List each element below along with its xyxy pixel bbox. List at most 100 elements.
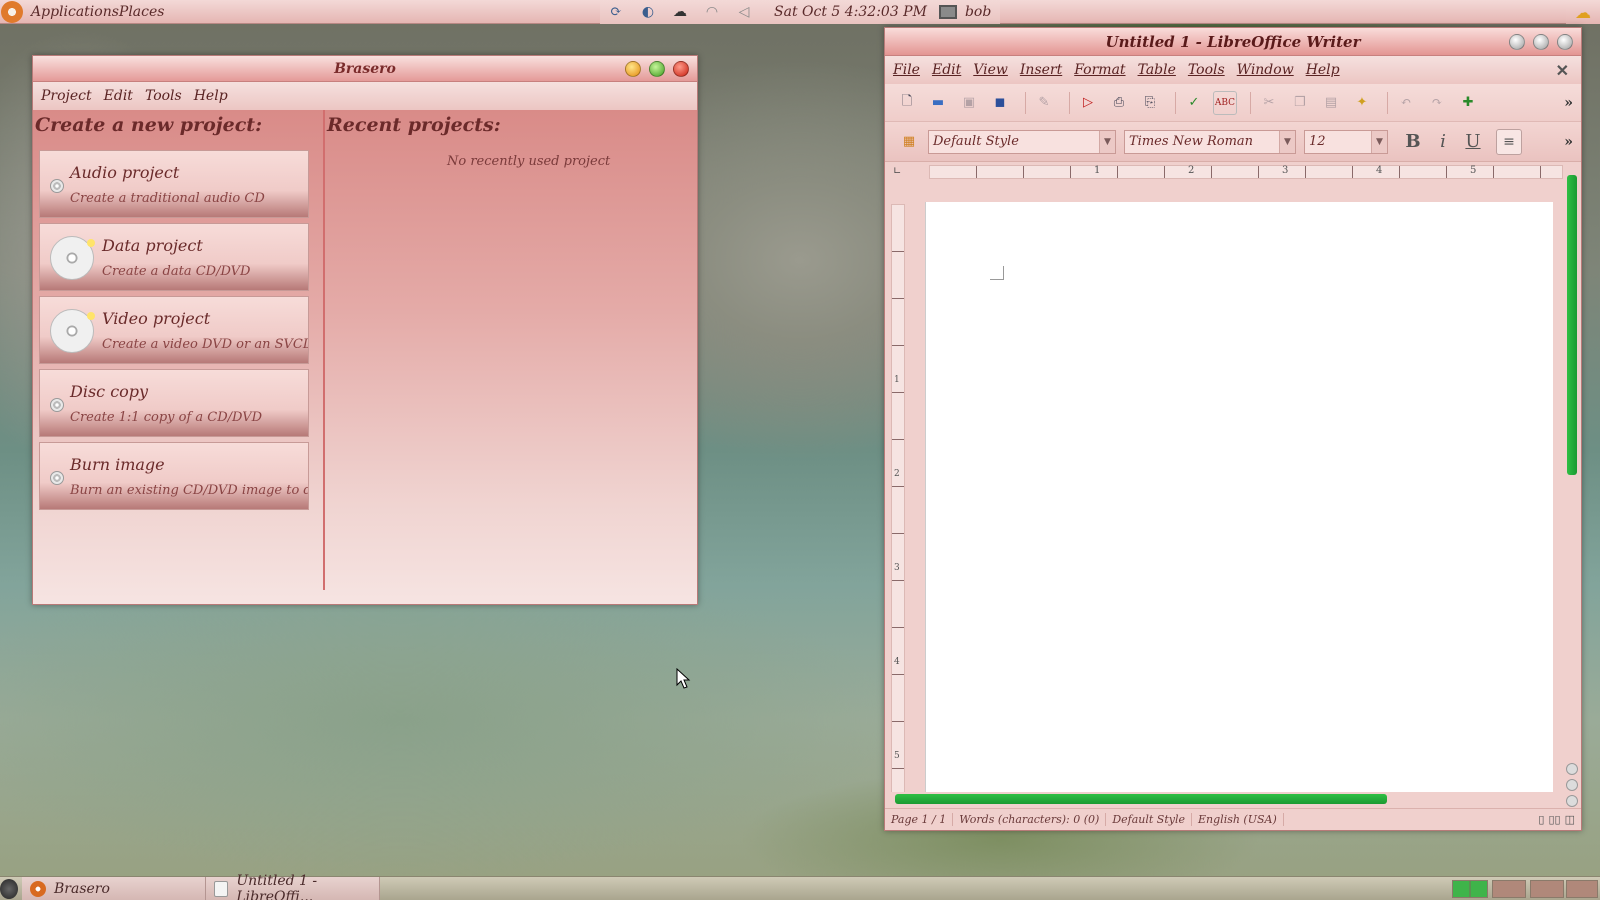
undo-icon[interactable]: ↶ — [1394, 91, 1418, 115]
vertical-scrollbar[interactable] — [1565, 163, 1579, 813]
clock[interactable]: Sat Oct 5 4:32:03 PM — [774, 4, 927, 20]
toolbar-overflow-icon[interactable]: » — [1564, 95, 1573, 111]
audio-project-button[interactable]: Audio project Create a traditional audio… — [39, 150, 309, 218]
edit-file-icon[interactable]: ✎ — [1032, 91, 1056, 115]
menu-edit[interactable]: Edit — [104, 88, 133, 104]
cut-icon[interactable]: ✂ — [1257, 91, 1281, 115]
menu-insert[interactable]: Insert — [1020, 62, 1062, 78]
minimize-button[interactable] — [625, 61, 641, 77]
wifi-icon[interactable]: ◠ — [702, 3, 722, 21]
disc-copy-button[interactable]: Disc copy Create 1:1 copy of a CD/DVD — [39, 369, 309, 437]
applications-places-menu[interactable]: ApplicationsPlaces — [31, 4, 164, 20]
ubuntu-logo-icon[interactable] — [1, 1, 23, 23]
page-indicator[interactable]: Page 1 / 1 — [885, 813, 954, 826]
network-icon[interactable]: ◐ — [638, 3, 658, 21]
export-icon[interactable]: ◼ — [988, 91, 1012, 115]
menu-edit[interactable]: Edit — [932, 62, 961, 78]
close-document-icon[interactable]: ✕ — [1556, 61, 1569, 80]
print-direct-icon[interactable]: ⎙ — [1107, 91, 1131, 115]
word-count[interactable]: Words (characters): 0 (0) — [953, 813, 1107, 826]
language[interactable]: English (USA) — [1192, 813, 1284, 826]
taskbar-item-brasero[interactable]: Brasero — [22, 877, 206, 900]
tab-stop-icon[interactable]: ∟ — [893, 166, 901, 177]
chevron-down-icon[interactable]: ▼ — [1371, 130, 1387, 153]
burn-image-button[interactable]: Burn image Burn an existing CD/DVD image… — [39, 442, 309, 510]
taskbar-item-writer[interactable]: Untitled 1 - LibreOffi... — [206, 873, 380, 900]
show-desktop-icon[interactable] — [0, 879, 18, 899]
save-icon[interactable]: ▣ — [957, 91, 981, 115]
project-name: Audio project — [70, 163, 180, 182]
weather-applet[interactable]: ☁ — [1566, 0, 1600, 24]
menu-file[interactable]: File — [893, 62, 920, 78]
close-button[interactable] — [1557, 34, 1573, 50]
writer-titlebar[interactable]: Untitled 1 - LibreOffice Writer — [885, 28, 1581, 56]
print-preview-icon[interactable]: ⎘ — [1138, 91, 1162, 115]
document-page[interactable] — [925, 202, 1553, 802]
menu-help[interactable]: Help — [1306, 62, 1340, 78]
cloud-icon[interactable]: ☁ — [670, 3, 690, 21]
menu-tools[interactable]: Tools — [145, 88, 182, 104]
workspace-2[interactable] — [1492, 880, 1526, 898]
insert-table-icon[interactable]: ✚ — [1456, 91, 1480, 115]
paragraph-style-select[interactable]: Default Style ▼ — [928, 129, 1116, 154]
copy-icon[interactable]: ❐ — [1288, 91, 1312, 115]
horizontal-scrollbar[interactable] — [889, 792, 1565, 806]
new-document-icon[interactable]: 🗋 — [895, 91, 919, 115]
menu-project[interactable]: Project — [41, 88, 92, 104]
menu-view[interactable]: View — [973, 62, 1008, 78]
page-style[interactable]: Default Style — [1106, 813, 1193, 826]
book-view-icon[interactable]: ◫ — [1565, 813, 1575, 826]
new-project-pane: Create a new project: Audio project Crea… — [33, 110, 325, 590]
redo-icon[interactable]: ↷ — [1425, 91, 1449, 115]
maximize-button[interactable] — [1533, 34, 1549, 50]
underline-icon[interactable]: U — [1460, 129, 1486, 155]
menu-window[interactable]: Window — [1237, 62, 1294, 78]
spellcheck-icon[interactable]: ✓ — [1182, 91, 1206, 115]
previous-page-icon[interactable] — [1566, 763, 1578, 775]
menu-format[interactable]: Format — [1074, 62, 1125, 78]
data-disc-icon — [50, 236, 95, 280]
volume-icon[interactable]: ◁ — [734, 3, 754, 21]
workspace-4[interactable] — [1566, 880, 1598, 898]
user-menu[interactable]: bob — [938, 4, 991, 20]
formatting-toolbar: ▦ Default Style ▼ Times New Roman ▼ 12 ▼… — [885, 122, 1581, 162]
font-name-select[interactable]: Times New Roman ▼ — [1124, 129, 1296, 154]
export-pdf-icon[interactable]: ▷ — [1076, 91, 1100, 115]
toolbar-overflow-icon[interactable]: » — [1564, 134, 1573, 150]
workspace-1[interactable] — [1452, 880, 1488, 898]
styles-icon[interactable]: ▦ — [897, 130, 921, 154]
scrollbar-thumb[interactable] — [1567, 175, 1577, 475]
scrollbar-thumb[interactable] — [895, 794, 1387, 804]
font-size-select[interactable]: 12 ▼ — [1304, 129, 1388, 154]
video-disc-icon — [50, 309, 95, 353]
menu-table[interactable]: Table — [1138, 62, 1176, 78]
minimize-button[interactable] — [1509, 34, 1525, 50]
open-icon[interactable]: ▬ — [926, 91, 950, 115]
close-button[interactable] — [673, 61, 689, 77]
align-left-icon[interactable]: ≡ — [1496, 128, 1522, 155]
video-project-button[interactable]: Video project Create a video DVD or an S… — [39, 296, 309, 364]
navigator-icon[interactable] — [1566, 779, 1578, 791]
brasero-titlebar[interactable]: Brasero — [33, 56, 697, 82]
standard-toolbar: 🗋 ▬ ▣ ◼ ✎ ▷ ⎙ ⎘ ✓ ABC ✂ ❐ ▤ ✦ ↶ ↷ ✚ » — [885, 84, 1581, 122]
next-page-icon[interactable] — [1566, 795, 1578, 807]
paste-icon[interactable]: ▤ — [1319, 91, 1343, 115]
italic-icon[interactable]: i — [1430, 129, 1456, 155]
data-project-button[interactable]: Data project Create a data CD/DVD — [39, 223, 309, 291]
chevron-down-icon[interactable]: ▼ — [1279, 130, 1295, 153]
workspace-3[interactable] — [1530, 880, 1564, 898]
maximize-button[interactable] — [649, 61, 665, 77]
chevron-down-icon[interactable]: ▼ — [1099, 130, 1115, 153]
clone-formatting-icon[interactable]: ✦ — [1350, 91, 1374, 115]
brasero-icon — [30, 881, 46, 897]
update-icon[interactable]: ⟳ — [606, 3, 626, 21]
autospellcheck-icon[interactable]: ABC — [1213, 90, 1237, 115]
menu-tools[interactable]: Tools — [1188, 62, 1225, 78]
multi-page-view-icon[interactable]: ▯▯ — [1548, 813, 1560, 826]
single-page-view-icon[interactable]: ▯ — [1538, 813, 1544, 826]
menu-help[interactable]: Help — [194, 88, 228, 104]
ruler-track[interactable]: 1 2 3 4 5 — [929, 165, 1563, 179]
project-name: Video project — [102, 309, 211, 328]
text-boundary-marker — [990, 266, 1004, 280]
bold-icon[interactable]: B — [1400, 129, 1426, 155]
